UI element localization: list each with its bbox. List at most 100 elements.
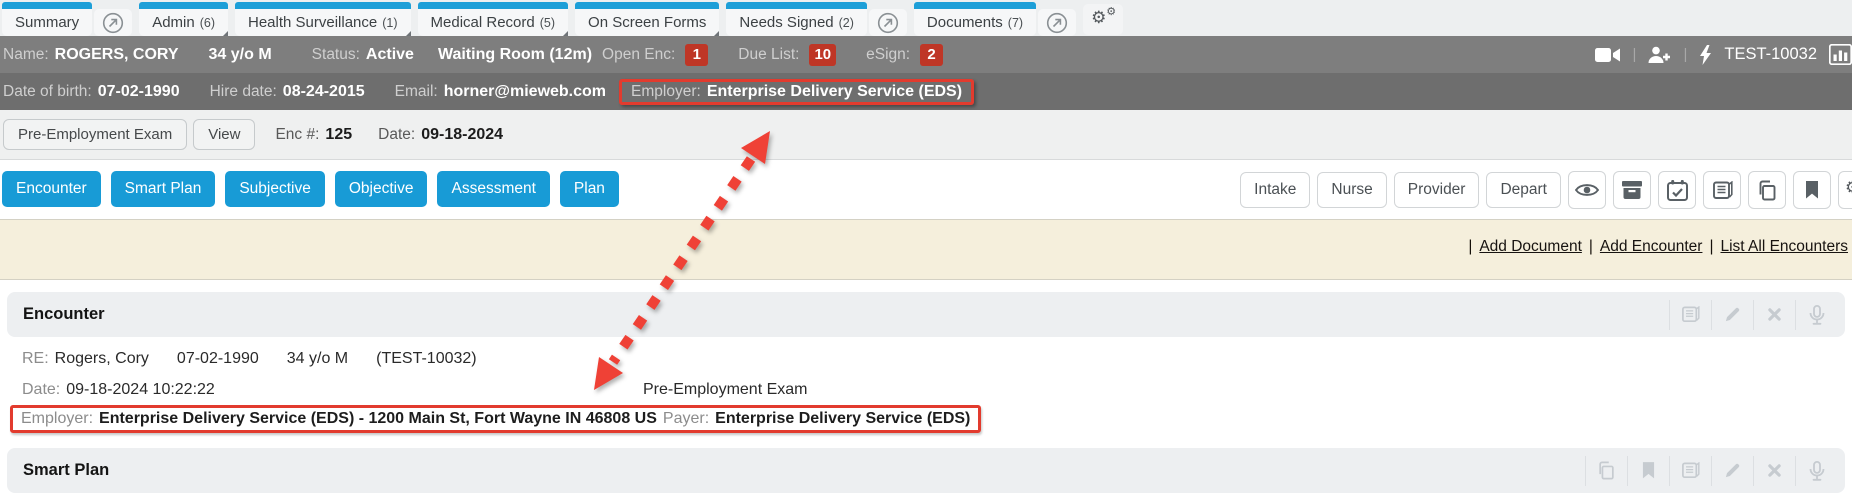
- tab-label: Summary: [15, 14, 79, 31]
- patient-age-sex: 34 y/o M: [209, 46, 272, 64]
- external-link-icon: [877, 12, 899, 34]
- nav-plan-button[interactable]: Plan: [560, 171, 619, 207]
- tab-label: Medical Record: [431, 14, 535, 31]
- patient-header-bar: Name: ROGERS, CORY 34 y/o M Status: Acti…: [0, 36, 1852, 73]
- bar-chart-icon: [1829, 44, 1852, 65]
- section-nav-row: Encounter Smart Plan Subjective Objectiv…: [0, 161, 1852, 219]
- add-user-button[interactable]: [1648, 46, 1671, 64]
- section-edit-button[interactable]: [1711, 300, 1753, 330]
- nav-assessment-button[interactable]: Assessment: [437, 171, 549, 207]
- open-in-new-window-button[interactable]: [1038, 9, 1076, 36]
- tab-medical-record[interactable]: Medical Record (5): [418, 2, 569, 36]
- exam-type-button[interactable]: Pre-Employment Exam: [3, 119, 187, 150]
- open-enc-label: Open Enc:: [602, 46, 675, 64]
- tab-settings-button[interactable]: ⚙⚙: [1083, 4, 1123, 35]
- nurse-button[interactable]: Nurse: [1317, 172, 1386, 208]
- tab-label: Admin: [152, 14, 195, 31]
- schedule-button[interactable]: [1658, 171, 1696, 209]
- tab-label: Needs Signed: [739, 14, 833, 31]
- esign-badge[interactable]: 2: [920, 44, 943, 66]
- encounter-date-line: Date: 09-18-2024 10:22:22: [22, 381, 215, 399]
- smart-plan-section-header: Smart Plan: [7, 448, 1845, 493]
- employer-value: Enterprise Delivery Service (EDS): [707, 83, 962, 101]
- divider: |: [1633, 46, 1637, 63]
- copy-chart-button[interactable]: [1748, 171, 1786, 209]
- archive-button[interactable]: [1613, 171, 1651, 209]
- section-dictate-button[interactable]: [1795, 300, 1837, 330]
- due-list-badge[interactable]: 10: [809, 44, 836, 66]
- chart-tab-bar: Summary Admin(6) Health Surveillance(1) …: [0, 0, 1852, 36]
- waiting-room-status: Waiting Room (12m): [438, 46, 592, 64]
- section-dictate-button[interactable]: [1795, 456, 1837, 486]
- view-button[interactable]: View: [193, 119, 255, 150]
- tab-accent-strip: [2, 2, 92, 9]
- tab-documents[interactable]: Documents(7): [914, 2, 1036, 36]
- tab-on-screen-forms[interactable]: On Screen Forms: [575, 2, 719, 36]
- calendar-check-icon: [1667, 180, 1688, 201]
- hire-date-label: Hire date:: [210, 83, 277, 101]
- provider-button[interactable]: Provider: [1394, 172, 1480, 208]
- section-title: Smart Plan: [23, 461, 109, 480]
- section-notes-button[interactable]: [1669, 456, 1711, 486]
- tab-count: (5): [540, 16, 555, 30]
- patient-demographics-bar: Date of birth: 07-02-1990 Hire date: 08-…: [0, 73, 1852, 110]
- video-call-button[interactable]: [1595, 47, 1621, 63]
- nav-objective-button[interactable]: Objective: [335, 171, 428, 207]
- open-enc-badge[interactable]: 1: [685, 44, 708, 66]
- nav-encounter-button[interactable]: Encounter: [2, 171, 101, 207]
- nav-smart-plan-button[interactable]: Smart Plan: [111, 171, 216, 207]
- email-label: Email:: [395, 83, 438, 101]
- list-all-encounters-link[interactable]: List All Encounters: [1720, 238, 1848, 256]
- microphone-icon: [1809, 305, 1825, 325]
- payer-value: Enterprise Delivery Service (EDS): [715, 410, 970, 428]
- gears-icon: ⚙⚙: [1845, 178, 1852, 202]
- section-edit-button[interactable]: [1711, 456, 1753, 486]
- tab-summary[interactable]: Summary: [2, 2, 92, 36]
- preview-button[interactable]: [1568, 171, 1606, 209]
- re-patient-name: Rogers, Cory: [55, 350, 149, 368]
- chart-notes-button[interactable]: [1703, 171, 1741, 209]
- patient-status: Active: [366, 46, 414, 64]
- add-encounter-link[interactable]: Add Encounter: [1600, 238, 1703, 256]
- divider: |: [1683, 46, 1687, 63]
- close-icon: [1768, 308, 1781, 321]
- email-value: horner@mieweb.com: [444, 83, 606, 101]
- re-chart-id: (TEST-10032): [376, 350, 476, 368]
- open-in-new-window-button[interactable]: [869, 9, 907, 36]
- quick-action-button[interactable]: [1699, 45, 1712, 65]
- enc-number-value: 125: [325, 126, 352, 144]
- nav-subjective-button[interactable]: Subjective: [225, 171, 325, 207]
- tab-count: (1): [382, 16, 397, 30]
- employer-label: Employer:: [631, 83, 701, 101]
- video-camera-icon: [1595, 47, 1621, 63]
- tab-count: (6): [200, 16, 215, 30]
- section-header-icons: [1585, 456, 1837, 486]
- add-document-link[interactable]: Add Document: [1479, 238, 1582, 256]
- employer-highlight-box: Employer: Enterprise Delivery Service (E…: [619, 79, 974, 105]
- tab-health-surveillance[interactable]: Health Surveillance (1): [235, 2, 411, 36]
- date-label: Date:: [22, 381, 60, 399]
- gears-icon: ⚙⚙: [1091, 8, 1115, 32]
- bookmark-button[interactable]: [1793, 171, 1831, 209]
- tab-label: On Screen Forms: [588, 14, 706, 31]
- status-label: Status:: [312, 46, 360, 64]
- section-close-button[interactable]: [1753, 456, 1795, 486]
- pencil-icon: [1724, 462, 1741, 479]
- encounter-toolbar: Pre-Employment Exam View Enc #: 125 Date…: [0, 110, 1852, 160]
- encounter-section: Encounter RE: Rogers, Cory 07-02-1: [7, 292, 1845, 445]
- depart-button[interactable]: Depart: [1486, 172, 1561, 208]
- section-bookmark-button[interactable]: [1627, 456, 1669, 486]
- external-link-icon: [102, 12, 124, 34]
- dob-label: Date of birth:: [3, 83, 92, 101]
- section-nav-buttons: Encounter Smart Plan Subjective Objectiv…: [2, 171, 619, 207]
- open-in-new-window-button[interactable]: [94, 9, 132, 36]
- tab-label: Health Surveillance: [248, 14, 377, 31]
- section-copy-button[interactable]: [1585, 456, 1627, 486]
- settings-button[interactable]: ⚙⚙: [1838, 171, 1852, 209]
- intake-button[interactable]: Intake: [1240, 172, 1310, 208]
- section-notes-button[interactable]: [1669, 300, 1711, 330]
- section-close-button[interactable]: [1753, 300, 1795, 330]
- tab-admin[interactable]: Admin (6): [139, 2, 228, 36]
- tab-needs-signed[interactable]: Needs Signed(2): [726, 2, 867, 36]
- chart-stats-button[interactable]: [1829, 44, 1852, 65]
